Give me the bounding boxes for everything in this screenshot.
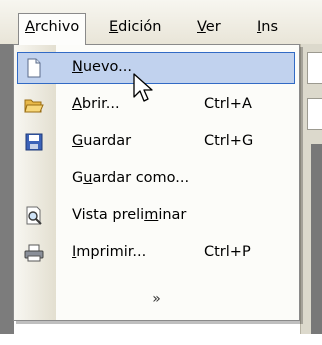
printer-icon bbox=[24, 244, 44, 262]
menu-bar: Archivo Edición Ver Ins bbox=[0, 0, 322, 45]
menu-insertar[interactable]: Ins bbox=[251, 14, 284, 40]
menu-item-vista-preliminar[interactable]: Vista preliminar bbox=[14, 197, 299, 234]
menu-item-label: Nuevo... bbox=[72, 59, 132, 75]
mouse-pointer-icon bbox=[133, 73, 153, 102]
background-window bbox=[300, 44, 322, 334]
background-field bbox=[307, 98, 322, 130]
background-panel bbox=[311, 144, 322, 334]
print-preview-icon bbox=[26, 206, 42, 225]
menu-item-guardar-como[interactable]: Guardar como... bbox=[14, 160, 299, 197]
menu-item-label: Vista preliminar bbox=[72, 207, 187, 223]
menu-item-label: Abrir... bbox=[72, 96, 120, 112]
menu-ver-label: Ver bbox=[197, 19, 221, 35]
menu-item-imprimir[interactable]: Imprimir... Ctrl+P bbox=[14, 234, 299, 271]
menu-item-label: Guardar como... bbox=[72, 170, 190, 186]
menu-item-shortcut: Ctrl+G bbox=[204, 133, 254, 149]
menu-item-label: Guardar bbox=[72, 133, 132, 149]
background-window-edge bbox=[0, 44, 14, 334]
menu-edicion-label: Edición bbox=[109, 19, 162, 35]
new-document-icon bbox=[27, 58, 41, 78]
menu-edicion[interactable]: Edición bbox=[103, 14, 167, 40]
menu-archivo-label: Archivo bbox=[25, 19, 80, 35]
menu-item-guardar[interactable]: Guardar Ctrl+G bbox=[14, 123, 299, 160]
menu-item-shortcut: Ctrl+P bbox=[204, 244, 251, 260]
expand-menu-chevron-icon[interactable]: » bbox=[14, 291, 299, 307]
menu-ver[interactable]: Ver bbox=[191, 14, 227, 40]
background-field bbox=[307, 52, 322, 84]
open-folder-icon bbox=[24, 99, 44, 113]
menu-archivo[interactable]: Archivo bbox=[18, 13, 87, 45]
menu-item-shortcut: Ctrl+A bbox=[204, 96, 252, 112]
menu-item-label: Imprimir... bbox=[72, 244, 147, 260]
save-disk-icon bbox=[25, 133, 43, 151]
menu-insertar-label: Ins bbox=[257, 19, 279, 35]
